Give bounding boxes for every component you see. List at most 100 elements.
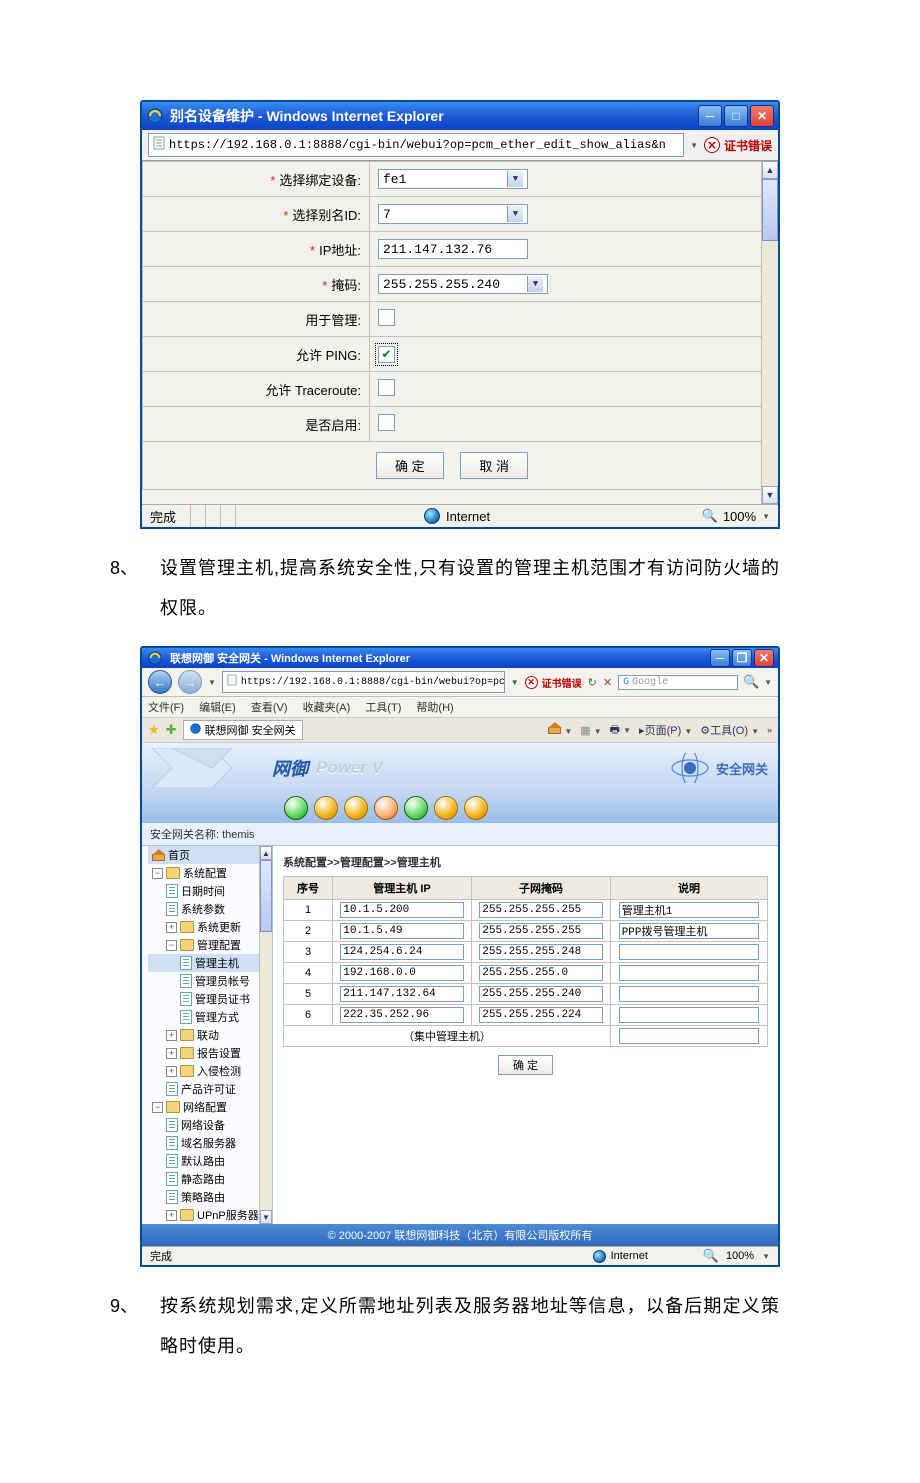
scroll-down-button[interactable]: ▼: [762, 486, 778, 504]
nav-history-dropdown[interactable]: ▼: [208, 678, 216, 687]
nav-home[interactable]: 首页: [148, 846, 272, 864]
search-box[interactable]: G Google: [618, 675, 738, 690]
nav-policy-route[interactable]: 策略路由: [148, 1188, 272, 1206]
toolbar-button-1[interactable]: [284, 796, 308, 820]
nav-mgmt-mode[interactable]: 管理方式: [148, 1008, 272, 1026]
menu-view[interactable]: 查看(V): [251, 702, 288, 714]
nav-interlock[interactable]: +联动: [148, 1026, 272, 1044]
menu-tools[interactable]: 工具(T): [365, 702, 401, 714]
nav-dns[interactable]: 域名服务器: [148, 1134, 272, 1152]
host-ip-input[interactable]: [340, 944, 464, 960]
minimize-button[interactable]: ─: [698, 105, 722, 127]
nav-sys-update[interactable]: +系统更新: [148, 918, 272, 936]
nav-ids[interactable]: +入侵检测: [148, 1062, 272, 1080]
home-button[interactable]: ▼: [548, 723, 572, 737]
mgmt-checkbox[interactable]: [378, 309, 395, 326]
cancel-button[interactable]: 取 消: [460, 452, 528, 479]
nav-mgmt-host[interactable]: 管理主机: [148, 954, 272, 972]
ok-button[interactable]: 确 定: [376, 452, 444, 479]
ip-input[interactable]: 211.147.132.76: [378, 239, 528, 259]
page-menu[interactable]: ▸页面(P) ▼: [639, 722, 692, 738]
toolbar-button-2[interactable]: [314, 796, 338, 820]
host-ip-input[interactable]: [340, 902, 464, 918]
host-mask-input[interactable]: [479, 902, 603, 918]
host-ip-input[interactable]: [340, 965, 464, 981]
traceroute-checkbox[interactable]: [378, 379, 395, 396]
nav-admin-cert[interactable]: 管理员证书: [148, 990, 272, 1008]
cert-error-badge-2[interactable]: ✕ 证书错误: [525, 675, 582, 690]
host-desc-input[interactable]: [619, 965, 760, 981]
toolbar-button-4[interactable]: [374, 796, 398, 820]
menu-file[interactable]: 文件(F): [148, 702, 184, 714]
tree-scrollbar[interactable]: ▲ ▼: [259, 846, 272, 1224]
menu-edit[interactable]: 编辑(E): [199, 702, 236, 714]
host-desc-input[interactable]: [619, 923, 760, 939]
close-button[interactable]: ✕: [750, 105, 774, 127]
toolbar-button-5[interactable]: [404, 796, 428, 820]
host-mask-input[interactable]: [479, 986, 603, 1002]
nav-static-route[interactable]: 静态路由: [148, 1170, 272, 1188]
toolbar-button-6[interactable]: [434, 796, 458, 820]
cert-error-badge[interactable]: ✕ 证书错误: [704, 137, 772, 154]
nav-upnp[interactable]: +UPnP服务器: [148, 1206, 272, 1224]
print-button[interactable]: 🖶 ▼: [610, 721, 631, 740]
tab-active[interactable]: 联想网御 安全网关: [183, 720, 303, 740]
enable-checkbox[interactable]: [378, 414, 395, 431]
nav-net-config[interactable]: −网络配置: [148, 1098, 272, 1116]
nav-default-route[interactable]: 默认路由: [148, 1152, 272, 1170]
host-desc-input[interactable]: [619, 944, 760, 960]
mask-select[interactable]: 255.255.255.240▼: [378, 274, 548, 294]
url-field[interactable]: https://192.168.0.1:8888/cgi-bin/webui?o…: [148, 133, 684, 157]
toolbar-button-3[interactable]: [344, 796, 368, 820]
title-bar-2[interactable]: 联想网御 安全网关 - Windows Internet Explorer ─ …: [142, 648, 778, 668]
scroll-up-button[interactable]: ▲: [762, 161, 778, 179]
ping-checkbox[interactable]: ✔: [378, 346, 395, 363]
nav-net-device[interactable]: 网络设备: [148, 1116, 272, 1134]
search-go-icon[interactable]: 🔍: [744, 675, 758, 689]
toolbar-chevron-icon[interactable]: »: [767, 725, 772, 735]
restore-button[interactable]: ❐: [732, 649, 752, 667]
submit-button[interactable]: 确 定: [498, 1055, 553, 1075]
alias-id-select[interactable]: 7▼: [378, 204, 528, 224]
back-button[interactable]: ←: [148, 670, 172, 694]
host-ip-input[interactable]: [340, 986, 464, 1002]
zoom-dropdown-icon[interactable]: ▼: [762, 512, 770, 521]
add-favorite-icon[interactable]: ✚: [166, 722, 177, 738]
host-ip-input[interactable]: [340, 923, 464, 939]
close-button[interactable]: ✕: [754, 649, 774, 667]
nav-sys-config[interactable]: −系统配置: [148, 864, 272, 882]
nav-datetime[interactable]: 日期时间: [148, 882, 272, 900]
url-dropdown-icon[interactable]: ▼: [511, 678, 519, 687]
vertical-scrollbar[interactable]: ▲ ▼: [761, 161, 778, 504]
zoom-dropdown-icon[interactable]: ▼: [762, 1252, 770, 1261]
nav-admin-acct[interactable]: 管理员帐号: [148, 972, 272, 990]
nav-sys-param[interactable]: 系统参数: [148, 900, 272, 918]
tools-menu[interactable]: ⚙工具(O) ▼: [700, 722, 759, 738]
stop-icon[interactable]: ✕: [603, 676, 612, 689]
minimize-button[interactable]: ─: [710, 649, 730, 667]
host-mask-input[interactable]: [479, 944, 603, 960]
host-mask-input[interactable]: [479, 923, 603, 939]
title-bar[interactable]: 别名设备维护 - Windows Internet Explorer ─ □ ✕: [142, 102, 778, 130]
host-desc-input[interactable]: [619, 1007, 760, 1023]
menu-favorites[interactable]: 收藏夹(A): [303, 702, 351, 714]
menu-help[interactable]: 帮助(H): [416, 702, 453, 714]
feeds-button[interactable]: ▦ ▼: [580, 724, 601, 737]
refresh-icon[interactable]: ↻: [588, 676, 597, 689]
host-mask-input[interactable]: [479, 965, 603, 981]
maximize-button[interactable]: □: [724, 105, 748, 127]
host-mask-input[interactable]: [479, 1007, 603, 1023]
host-ip-input[interactable]: [340, 1007, 464, 1023]
url-field-2[interactable]: https://192.168.0.1:8888/cgi-bin/webui?o…: [222, 671, 505, 693]
central-desc-input[interactable]: [619, 1028, 760, 1044]
host-desc-input[interactable]: [619, 902, 760, 918]
host-desc-input[interactable]: [619, 986, 760, 1002]
bind-device-select[interactable]: fe1▼: [378, 169, 528, 189]
toolbar-button-7[interactable]: [464, 796, 488, 820]
nav-license[interactable]: 产品许可证: [148, 1080, 272, 1098]
nav-mgmt-config[interactable]: −管理配置: [148, 936, 272, 954]
nav-alert[interactable]: +报告设置: [148, 1044, 272, 1062]
favorites-star-icon[interactable]: ★: [148, 722, 160, 738]
url-dropdown-icon[interactable]: ▼: [690, 141, 698, 150]
forward-button[interactable]: →: [178, 670, 202, 694]
